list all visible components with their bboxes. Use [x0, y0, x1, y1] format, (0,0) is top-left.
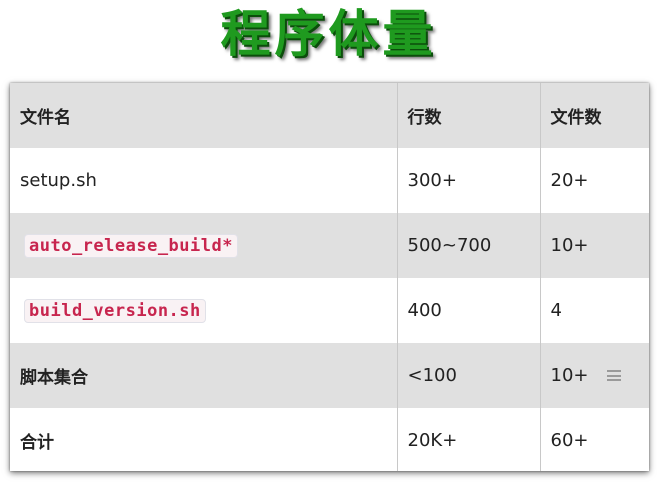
cell-files-value: 10+ [550, 365, 589, 386]
cell-files: 10+ [550, 235, 589, 256]
cell-filename: 合计 [10, 408, 398, 471]
table-row: auto_release_build* 500~700 10+ [10, 213, 649, 278]
table-row: build_version.sh 400 4 [10, 278, 649, 343]
data-table: 文件名 行数 文件数 setup.sh 300+ 20+ auto_releas… [10, 83, 649, 471]
cell-lines: 400 [397, 278, 541, 343]
file-size-table: 文件名 行数 文件数 setup.sh 300+ 20+ auto_releas… [10, 83, 649, 471]
table-header-row: 文件名 行数 文件数 [10, 83, 649, 148]
cell-files: 4 [550, 300, 562, 321]
table-row-total: 合计 20K+ 60+ [10, 408, 649, 471]
code-filename: auto_release_build* [24, 233, 238, 258]
cell-lines: 500~700 [397, 213, 541, 278]
page-title: 程序体量 [220, 5, 437, 63]
table-row: setup.sh 300+ 20+ [10, 148, 649, 213]
cell-lines: 300+ [397, 148, 541, 213]
cell-filename: setup.sh [10, 148, 398, 213]
cell-lines: <100 [397, 343, 541, 408]
cell-filename: build_version.sh [10, 278, 398, 343]
code-filename: build_version.sh [24, 298, 206, 323]
menu-icon[interactable] [607, 370, 621, 381]
header-filename: 文件名 [10, 83, 398, 148]
cell-files: 60+ [550, 430, 589, 451]
cell-filename: 脚本集合 [10, 343, 398, 408]
cell-filename: auto_release_build* [10, 213, 398, 278]
cell-files: 20+ [550, 170, 589, 191]
cell-files: 10+ [540, 343, 649, 408]
cell-lines: 20K+ [397, 408, 541, 471]
header-files: 文件数 [550, 108, 602, 128]
table-row: 脚本集合 <100 10+ [10, 343, 649, 408]
header-lines: 行数 [397, 83, 541, 148]
